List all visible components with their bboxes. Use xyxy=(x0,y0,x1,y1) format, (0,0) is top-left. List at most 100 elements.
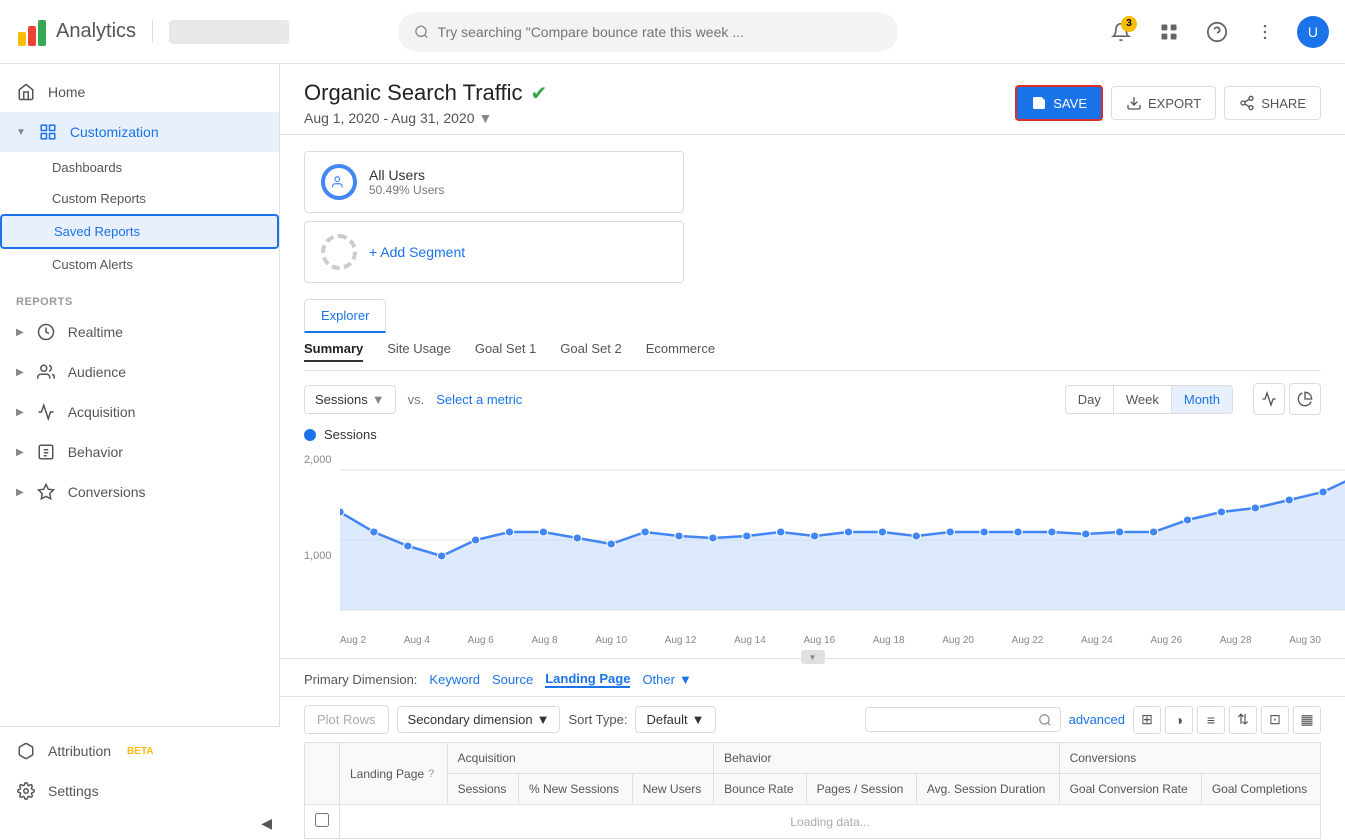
day-button[interactable]: Day xyxy=(1066,386,1114,413)
table-search-icon[interactable] xyxy=(1038,713,1052,727)
more-options-button[interactable] xyxy=(1249,16,1281,48)
apps-button[interactable] xyxy=(1153,16,1185,48)
empty-row-cell: Loading data... xyxy=(340,805,1321,839)
metric-select[interactable]: Sessions ▼ xyxy=(304,385,396,414)
x-label: Aug 22 xyxy=(1012,635,1044,646)
export-icon xyxy=(1126,95,1142,111)
segment-add-card[interactable]: + Add Segment xyxy=(304,221,684,283)
beta-badge: BETA xyxy=(127,746,153,757)
notifications-button[interactable]: 3 xyxy=(1105,16,1137,48)
save-button[interactable]: SAVE xyxy=(1015,85,1103,121)
sidebar-item-realtime[interactable]: ▶ Realtime xyxy=(0,312,279,352)
home-label: Home xyxy=(48,84,85,100)
customization-icon xyxy=(38,122,58,142)
reports-section-label: REPORTS xyxy=(0,280,279,312)
customization-label: Customization xyxy=(70,124,159,140)
share-button[interactable]: SHARE xyxy=(1224,86,1321,120)
dim-landing-page[interactable]: Landing Page xyxy=(545,671,630,688)
sidebar-item-attribution[interactable]: Attribution BETA xyxy=(0,731,280,771)
x-label: Aug 28 xyxy=(1220,635,1252,646)
advanced-link[interactable]: advanced xyxy=(1069,712,1125,727)
data-table-wrapper: Landing Page ? Acquisition Behavior Conv… xyxy=(280,742,1345,839)
plot-rows-button[interactable]: Plot Rows xyxy=(304,705,389,734)
checkbox-col-header xyxy=(305,743,340,805)
subtabs: Summary Site Usage Goal Set 1 Goal Set 2… xyxy=(304,333,1321,371)
x-label: Aug 14 xyxy=(734,635,766,646)
month-button[interactable]: Month xyxy=(1172,386,1232,413)
pages-session-col-header: Pages / Session xyxy=(806,774,916,805)
sidebar-item-conversions[interactable]: ▶ Conversions xyxy=(0,472,279,512)
table-list-view[interactable]: ≡ xyxy=(1197,706,1225,734)
sidebar-item-home[interactable]: Home xyxy=(0,72,279,112)
sidebar: Home ▼ Customization Dashboards Custom R… xyxy=(0,64,280,840)
sidebar-item-saved-reports[interactable]: Saved Reports xyxy=(0,214,279,249)
date-range-selector[interactable]: Aug 1, 2020 - Aug 31, 2020 ▼ xyxy=(304,110,547,126)
dim-keyword[interactable]: Keyword xyxy=(429,672,480,687)
sidebar-collapse-button[interactable]: ◀ xyxy=(261,815,272,832)
landing-page-col-header: Landing Page ? xyxy=(340,743,448,805)
table-sort-view[interactable]: ⇅ xyxy=(1229,706,1257,734)
new-users-col-header: New Users xyxy=(632,774,714,805)
subtab-ecommerce[interactable]: Ecommerce xyxy=(646,341,715,362)
segment-info: All Users 50.49% Users xyxy=(369,167,444,197)
table-grid-view[interactable]: ⊞ xyxy=(1133,706,1161,734)
subtab-goal-set-2[interactable]: Goal Set 2 xyxy=(560,341,621,362)
subtab-goal-set-1[interactable]: Goal Set 1 xyxy=(475,341,536,362)
table-pie-view[interactable]: ◑ xyxy=(1165,706,1193,734)
sidebar-item-settings[interactable]: Settings xyxy=(0,771,280,811)
chart-container: 2,000 1,000 xyxy=(304,450,1321,650)
secondary-dimension-select[interactable]: Secondary dimension ▼ xyxy=(397,706,561,733)
sort-chevron: ▼ xyxy=(692,712,705,727)
export-label: EXPORT xyxy=(1148,96,1201,111)
sort-type-select[interactable]: Default ▼ xyxy=(635,706,715,733)
row-checkbox-cell[interactable] xyxy=(305,805,340,839)
avatar[interactable]: U xyxy=(1297,16,1329,48)
landing-page-help-icon[interactable]: ? xyxy=(428,768,434,780)
settings-icon xyxy=(16,781,36,801)
x-label: Aug 16 xyxy=(803,635,835,646)
avg-session-col-header: Avg. Session Duration xyxy=(916,774,1059,805)
search-input[interactable] xyxy=(438,24,883,40)
sidebar-item-custom-alerts[interactable]: Custom Alerts xyxy=(0,249,279,280)
select-metric-link[interactable]: Select a metric xyxy=(436,392,522,407)
export-button[interactable]: EXPORT xyxy=(1111,86,1216,120)
table-bar-view[interactable]: ▦ xyxy=(1293,706,1321,734)
line-chart-button[interactable] xyxy=(1253,383,1285,415)
explorer-tab[interactable]: Explorer xyxy=(304,299,386,333)
sidebar-item-audience[interactable]: ▶ Audience xyxy=(0,352,279,392)
sort-type-label: Sort Type: xyxy=(568,712,627,727)
x-label: Aug 30 xyxy=(1289,635,1321,646)
table-pivot-view[interactable]: ⊡ xyxy=(1261,706,1289,734)
more-vertical-icon xyxy=(1255,22,1275,42)
conversions-icon xyxy=(36,482,56,502)
account-selector[interactable] xyxy=(169,20,289,44)
subtab-summary[interactable]: Summary xyxy=(304,341,363,362)
dim-other-label: Other xyxy=(642,672,675,687)
save-icon xyxy=(1031,95,1047,111)
notification-badge: 3 xyxy=(1121,16,1137,32)
dim-other[interactable]: Other ▼ xyxy=(642,672,691,687)
x-label: Aug 10 xyxy=(595,635,627,646)
y-label-low: 1,000 xyxy=(304,550,332,562)
table-search-input[interactable] xyxy=(874,712,1034,727)
pie-chart-button[interactable] xyxy=(1289,383,1321,415)
data-table: Landing Page ? Acquisition Behavior Conv… xyxy=(304,742,1321,839)
dim-source[interactable]: Source xyxy=(492,672,533,687)
sidebar-item-dashboards[interactable]: Dashboards xyxy=(0,152,279,183)
sidebar-item-custom-reports[interactable]: Custom Reports xyxy=(0,183,279,214)
sidebar-item-customization[interactable]: ▼ Customization xyxy=(0,112,279,152)
search-icon xyxy=(414,24,429,40)
sidebar-item-acquisition[interactable]: ▶ Acquisition xyxy=(0,392,279,432)
goal-completions-col-header: Goal Completions xyxy=(1201,774,1320,805)
week-button[interactable]: Week xyxy=(1114,386,1172,413)
date-range-text: Aug 1, 2020 - Aug 31, 2020 xyxy=(304,110,474,126)
search-bar[interactable] xyxy=(398,12,898,52)
chevron-right-icon-5: ▶ xyxy=(16,487,24,498)
help-button[interactable] xyxy=(1201,16,1233,48)
sidebar-item-behavior[interactable]: ▶ Behavior xyxy=(0,432,279,472)
subtab-site-usage[interactable]: Site Usage xyxy=(387,341,451,362)
x-label: Aug 24 xyxy=(1081,635,1113,646)
content-header: Organic Search Traffic ✔ Aug 1, 2020 - A… xyxy=(280,64,1345,135)
table-search-box[interactable] xyxy=(865,707,1061,732)
chart-scroll-indicator[interactable]: ▼ xyxy=(304,650,1321,664)
